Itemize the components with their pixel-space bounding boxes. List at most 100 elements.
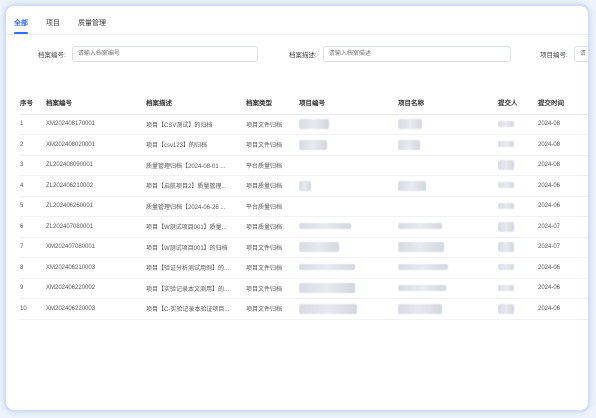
redacted-value bbox=[498, 120, 514, 127]
cell-project-name bbox=[398, 278, 498, 299]
table-row[interactable]: 1 XM202408170001 项目【CSV测试】的归档 项目文件归档 202… bbox=[20, 114, 588, 135]
table-row[interactable]: 3 ZL202408090001 质量管理归档【2024-08-01 ... 平… bbox=[20, 155, 588, 176]
cell-index: 2 bbox=[20, 134, 46, 156]
cell-submit-time: 2024-08 bbox=[538, 114, 588, 135]
cell-archive-type: 项目文件归档 bbox=[246, 134, 299, 156]
archive-desc-input[interactable] bbox=[322, 46, 511, 62]
cell-submitter bbox=[498, 216, 538, 238]
cell-archive-type: 项目文件归档 bbox=[246, 298, 299, 320]
cell-archive-desc: 项目【W测试项目001】的归档 bbox=[146, 237, 246, 258]
cell-project-no bbox=[299, 155, 398, 176]
cell-submit-time: 2024-06 bbox=[538, 278, 588, 299]
cell-archive-type: 项目文件归档 bbox=[246, 278, 299, 299]
table-row[interactable]: 8 XM202406210003 项目【验证分析测试用例】的... 项目文件归档… bbox=[20, 257, 588, 279]
cell-index: 9 bbox=[20, 278, 46, 299]
cell-archive-type: 项目质量归档 bbox=[246, 216, 299, 238]
col-index: 序号 bbox=[20, 90, 46, 115]
redacted-value bbox=[299, 264, 355, 271]
redacted-value bbox=[498, 221, 514, 232]
cell-project-no bbox=[299, 278, 398, 299]
cell-archive-desc: 项目【CSV测试】的归档 bbox=[146, 114, 246, 135]
cell-archive-no: ZL202407080001 bbox=[46, 216, 146, 238]
cell-archive-no: ZL202408090001 bbox=[46, 155, 146, 176]
tab-project[interactable]: 项目 bbox=[46, 18, 60, 34]
cell-archive-no: ZL202406210002 bbox=[46, 175, 146, 197]
cell-project-name bbox=[398, 175, 498, 197]
archive-panel: 全部 项目 质量管理 档案编号: 档案描述: 项目编号: 序号 档案编号 档案描… bbox=[4, 4, 590, 412]
cell-archive-desc: 质量管理归档【2024-08-01 ... bbox=[146, 155, 246, 176]
redacted-value bbox=[398, 264, 448, 271]
cell-submitter bbox=[498, 237, 538, 258]
tab-bar: 全部 项目 质量管理 bbox=[14, 18, 124, 34]
cell-project-no bbox=[299, 216, 398, 238]
cell-archive-desc: 项目【验证分析测试用例】的... bbox=[146, 257, 246, 279]
tab-quality-management[interactable]: 质量管理 bbox=[78, 18, 106, 34]
filter-archive-no-label: 档案编号: bbox=[38, 52, 66, 59]
cell-archive-type: 项目文件归档 bbox=[246, 114, 299, 135]
cell-index: 4 bbox=[20, 175, 46, 197]
cell-index: 3 bbox=[20, 155, 46, 176]
redacted-value bbox=[398, 119, 422, 130]
redacted-value bbox=[498, 303, 514, 314]
col-submit-time: 提交时间 bbox=[538, 90, 588, 115]
filter-archive-desc: 档案描述: bbox=[289, 46, 511, 62]
filter-project-no-label: 项目编号: bbox=[540, 52, 568, 59]
cell-project-name bbox=[398, 196, 498, 217]
cell-project-no bbox=[299, 298, 398, 320]
col-project-no: 项目编号 bbox=[299, 90, 398, 115]
cell-index: 7 bbox=[20, 237, 46, 258]
table-row[interactable]: 2 XM202408020001 项目【csv123】的归档 项目文件归档 20… bbox=[20, 134, 588, 156]
cell-archive-no: XM202408020001 bbox=[46, 134, 146, 156]
cell-archive-desc: 项目【启航项目2】质量管理... bbox=[146, 175, 246, 197]
cell-submitter bbox=[498, 257, 538, 279]
redacted-value bbox=[498, 202, 514, 209]
archive-no-input[interactable] bbox=[71, 46, 258, 62]
col-project-name: 项目名称 bbox=[398, 90, 498, 115]
cell-archive-type: 项目质量归档 bbox=[246, 175, 299, 197]
cell-submit-time: 2024-07 bbox=[538, 216, 588, 238]
redacted-value bbox=[299, 139, 327, 150]
tab-all[interactable]: 全部 bbox=[14, 18, 28, 34]
col-archive-desc: 档案描述 bbox=[146, 90, 246, 115]
filter-archive-no: 档案编号: bbox=[38, 46, 258, 62]
cell-archive-desc: 项目【csv123】的归档 bbox=[146, 134, 246, 156]
redacted-value bbox=[498, 160, 514, 171]
project-no-input[interactable] bbox=[573, 46, 588, 62]
cell-submitter bbox=[498, 155, 538, 176]
redacted-value bbox=[299, 242, 339, 253]
table-row[interactable]: 9 XM202406220002 项目【实验记录本文测用】的... 项目文件归档… bbox=[20, 278, 588, 299]
cell-project-no bbox=[299, 114, 398, 135]
redacted-value bbox=[498, 284, 514, 291]
cell-submitter bbox=[498, 278, 538, 299]
cell-archive-no: XM202408170001 bbox=[46, 114, 146, 135]
cell-submitter bbox=[498, 175, 538, 197]
cell-submitter bbox=[498, 134, 538, 156]
redacted-value bbox=[498, 264, 514, 271]
table-row[interactable]: 4 ZL202406210002 项目【启航项目2】质量管理... 项目质量归档… bbox=[20, 175, 588, 197]
redacted-value bbox=[398, 242, 444, 253]
cell-submit-time: 2024-06 bbox=[538, 175, 588, 197]
table-row[interactable]: 10 XM202406220003 项目【C-实验记录本验证项目... 项目文件… bbox=[20, 298, 588, 320]
cell-project-name bbox=[398, 134, 498, 156]
cell-index: 8 bbox=[20, 257, 46, 279]
redacted-value bbox=[498, 141, 514, 148]
cell-project-name bbox=[398, 237, 498, 258]
cell-archive-no: ZL202406260001 bbox=[46, 196, 146, 217]
cell-project-name bbox=[398, 216, 498, 238]
cell-archive-type: 平台质量归档 bbox=[246, 196, 299, 217]
cell-project-no bbox=[299, 175, 398, 197]
redacted-value bbox=[299, 283, 355, 294]
cell-submitter bbox=[498, 196, 538, 217]
filter-archive-desc-label: 档案描述: bbox=[289, 52, 317, 59]
table-row[interactable]: 5 ZL202406260001 质量管理归档【2024-06-26 ... 平… bbox=[20, 196, 588, 217]
cell-submitter bbox=[498, 298, 538, 320]
cell-submit-time: 2024-08 bbox=[538, 134, 588, 156]
table-header-row: 序号 档案编号 档案描述 档案类型 项目编号 项目名称 提交人 提交时间 bbox=[20, 90, 588, 115]
cell-archive-type: 平台质量归档 bbox=[246, 155, 299, 176]
table-row[interactable]: 7 XM202407080001 项目【W测试项目001】的归档 项目文件归档 … bbox=[20, 237, 588, 258]
redacted-value bbox=[299, 180, 311, 191]
cell-project-name bbox=[398, 155, 498, 176]
table-row[interactable]: 6 ZL202407080001 项目【W测试项目001】质量... 项目质量归… bbox=[20, 216, 588, 238]
cell-project-name bbox=[398, 298, 498, 320]
cell-project-no bbox=[299, 196, 398, 217]
